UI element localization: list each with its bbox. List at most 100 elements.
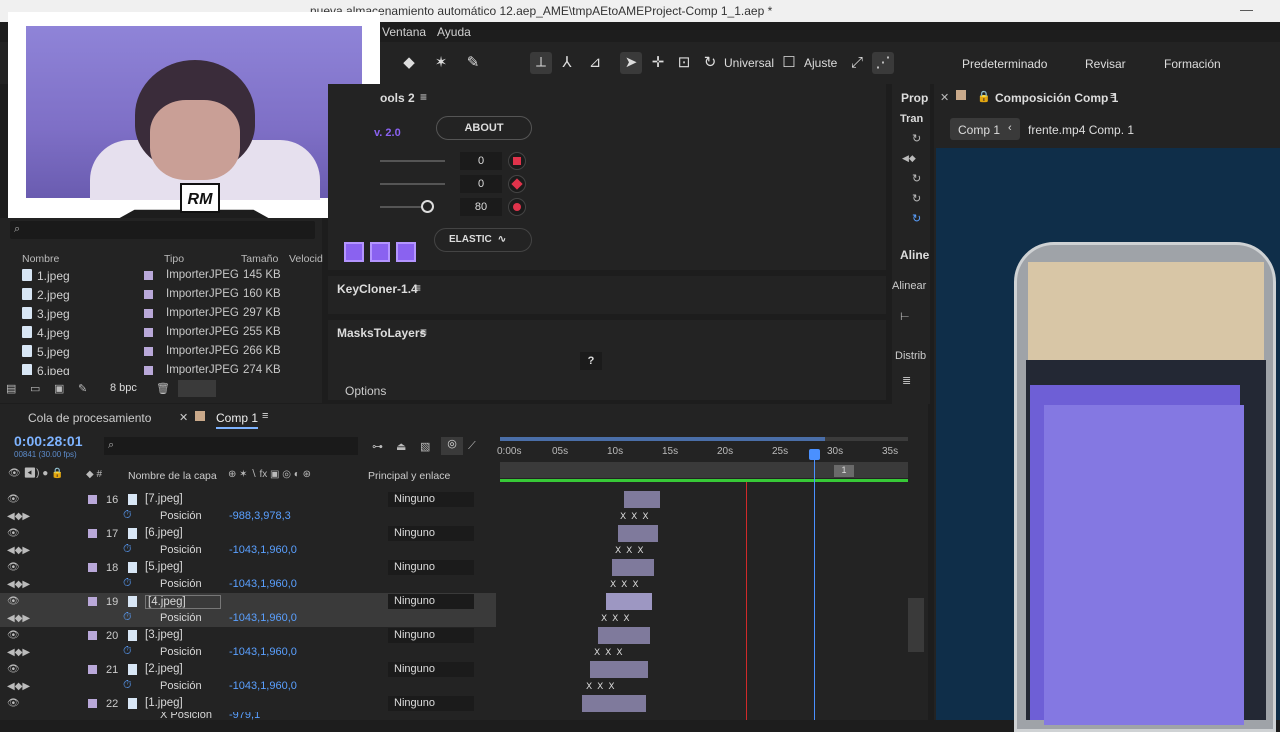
- menu-ventana[interactable]: Ventana: [382, 25, 426, 39]
- timeline-comp-tab[interactable]: Comp 1: [216, 411, 259, 429]
- workspace-revisar[interactable]: Revisar: [1085, 57, 1126, 71]
- ease-out-icon[interactable]: [396, 242, 416, 262]
- ease-both-icon[interactable]: [370, 242, 390, 262]
- brush-icon[interactable]: ✎: [78, 382, 87, 395]
- elastic-button[interactable]: ELASTIC ∿: [434, 228, 532, 252]
- value-field-1[interactable]: 0: [460, 152, 502, 170]
- stopwatch-icon[interactable]: ⏱: [123, 645, 132, 658]
- keyframes[interactable]: ⅩⅩⅩ: [620, 511, 654, 522]
- position-value[interactable]: -1043,1,960,0: [229, 646, 297, 658]
- axis-world-icon[interactable]: ⅄: [556, 52, 578, 74]
- parent-dropdown[interactable]: Ninguno: [388, 628, 474, 643]
- layer-row[interactable]: 👁 16 [7.jpeg] Ninguno: [0, 491, 496, 508]
- panel-menu-icon[interactable]: ≡: [262, 410, 268, 422]
- eye-icon[interactable]: 👁: [7, 664, 20, 675]
- col-layer-name[interactable]: Nombre de la capa: [128, 470, 217, 482]
- stopwatch-icon[interactable]: ⏱: [123, 543, 132, 556]
- position-value[interactable]: -1043,1,960,0: [229, 544, 297, 556]
- reset-icon[interactable]: ↻: [912, 192, 921, 205]
- render-queue-tab[interactable]: Cola de procesamiento: [28, 411, 151, 425]
- property-row[interactable]: ◀◆▶ ⏱ Posición -1043,1,960,0: [0, 542, 496, 559]
- parent-dropdown[interactable]: Ninguno: [388, 696, 474, 711]
- chevron-left-icon[interactable]: ‹: [1008, 122, 1012, 134]
- stopwatch-icon[interactable]: ⏱: [123, 577, 132, 590]
- lock-icon[interactable]: 🔒: [977, 90, 991, 103]
- parent-dropdown[interactable]: Ninguno: [388, 492, 474, 507]
- position-value[interactable]: -1043,1,960,0: [229, 680, 297, 692]
- layer-row[interactable]: 👁 21 [2.jpeg] Ninguno: [0, 661, 496, 678]
- keyframe-nav-icon[interactable]: ◀◆▶: [7, 613, 30, 624]
- keyframe-nav-icon[interactable]: ◀◆▶: [7, 511, 30, 522]
- align-tab[interactable]: Aline: [900, 248, 929, 262]
- workspace-formacion[interactable]: Formación: [1164, 57, 1221, 71]
- parent-dropdown[interactable]: Ninguno: [388, 662, 474, 677]
- eye-icon[interactable]: 👁: [7, 528, 20, 539]
- minimize-button[interactable]: —: [1240, 2, 1253, 17]
- layer-bar-selected[interactable]: [606, 593, 652, 610]
- new-folder-icon[interactable]: ▭: [30, 382, 40, 395]
- layer-row[interactable]: 👁 18 [5.jpeg] Ninguno: [0, 559, 496, 576]
- close-icon[interactable]: ✕: [179, 411, 188, 424]
- keyframes[interactable]: ⅩⅩⅩ: [601, 613, 635, 624]
- parent-dropdown[interactable]: Ninguno: [388, 526, 474, 541]
- eye-icon[interactable]: 👁: [7, 494, 20, 505]
- layer-bar[interactable]: [598, 627, 650, 644]
- col-velocidad[interactable]: Velocid: [289, 253, 323, 265]
- keyframes[interactable]: ⅩⅩⅩ: [586, 681, 620, 692]
- position-value[interactable]: -1043,1,960,0: [229, 578, 297, 590]
- reset-icon[interactable]: ↻: [912, 212, 921, 225]
- trash-icon[interactable]: 🗑: [156, 382, 170, 395]
- parent-dropdown[interactable]: Ninguno: [388, 560, 474, 575]
- comp-flowchart-icon[interactable]: ⊶: [372, 440, 383, 453]
- align-left-icon[interactable]: ⊢: [900, 310, 910, 323]
- panel-menu-icon[interactable]: ≡: [420, 325, 427, 339]
- eye-icon[interactable]: 👁: [7, 596, 20, 607]
- comp-marker[interactable]: 1: [834, 465, 854, 477]
- file-row[interactable]: 2.jpeg ImporterJPEG 160 KB: [0, 285, 322, 304]
- layer-row[interactable]: 👁 17 [6.jpeg] Ninguno: [0, 525, 496, 542]
- property-row[interactable]: ◀◆▶ ⏱ Posición -988,3,978,3: [0, 508, 496, 525]
- bit-depth-button[interactable]: 8 bpc: [110, 382, 137, 394]
- col-tipo[interactable]: Tipo: [164, 253, 184, 265]
- slider-track[interactable]: [380, 160, 445, 162]
- help-button[interactable]: ?: [580, 352, 602, 370]
- file-row[interactable]: 5.jpeg ImporterJPEG 266 KB: [0, 342, 322, 361]
- stopwatch-icon[interactable]: ⏱: [123, 611, 132, 624]
- layer-row[interactable]: 👁 22 [1.jpeg] Ninguno: [0, 695, 496, 712]
- axis-local-icon[interactable]: ⟂: [530, 52, 552, 74]
- eraser-tool-icon[interactable]: ◆: [398, 52, 420, 74]
- project-search-input[interactable]: ⌕: [10, 221, 315, 239]
- zoom-tool-icon[interactable]: ⊡: [673, 52, 695, 74]
- panel-menu-icon[interactable]: ≡: [420, 90, 427, 104]
- slider-handle[interactable]: [421, 200, 434, 213]
- props-tab[interactable]: Prop: [901, 91, 928, 105]
- value-field-2[interactable]: 0: [460, 175, 502, 193]
- workspace-predeterminado[interactable]: Predeterminado: [962, 57, 1047, 71]
- playhead[interactable]: [814, 449, 815, 720]
- record-button[interactable]: [508, 198, 526, 216]
- position-value[interactable]: -988,3,978,3: [229, 510, 291, 522]
- panel-menu-icon[interactable]: ≡: [414, 281, 421, 295]
- keyframes[interactable]: ⅩⅩⅩ: [594, 647, 628, 658]
- layer-row-selected[interactable]: 👁 19 [4.jpeg] Ninguno: [0, 593, 496, 610]
- file-row[interactable]: 6.jpeg ImporterJPEG 274 KB: [0, 361, 322, 375]
- layer-bar[interactable]: [618, 525, 658, 542]
- playhead-handle[interactable]: [809, 449, 820, 460]
- keyframe-button[interactable]: [508, 175, 526, 193]
- panel-menu-icon[interactable]: ≡: [1110, 90, 1116, 102]
- layer-bar[interactable]: [582, 695, 646, 712]
- keyframes[interactable]: ⅩⅩⅩ: [610, 579, 644, 590]
- parent-dropdown[interactable]: Ninguno: [388, 594, 474, 609]
- col-nombre[interactable]: Nombre: [22, 253, 59, 265]
- snap-grid-icon[interactable]: ⋰: [872, 52, 894, 74]
- file-row[interactable]: 1.jpeg ImporterJPEG 145 KB: [0, 266, 322, 285]
- property-row-selected[interactable]: ◀◆▶ ⏱ Posición -1043,1,960,0: [0, 610, 496, 627]
- keyframe-nav-icon[interactable]: ◀◆▶: [7, 545, 30, 556]
- slider-track[interactable]: [380, 183, 445, 185]
- position-value[interactable]: -1043,1,960,0: [229, 612, 297, 624]
- reset-icon[interactable]: ↻: [912, 132, 921, 145]
- layer-bar[interactable]: [624, 491, 660, 508]
- layer-row[interactable]: 👁 20 [3.jpeg] Ninguno: [0, 627, 496, 644]
- interpret-footage-icon[interactable]: ▤: [6, 382, 16, 395]
- reset-icon[interactable]: ↻: [912, 172, 921, 185]
